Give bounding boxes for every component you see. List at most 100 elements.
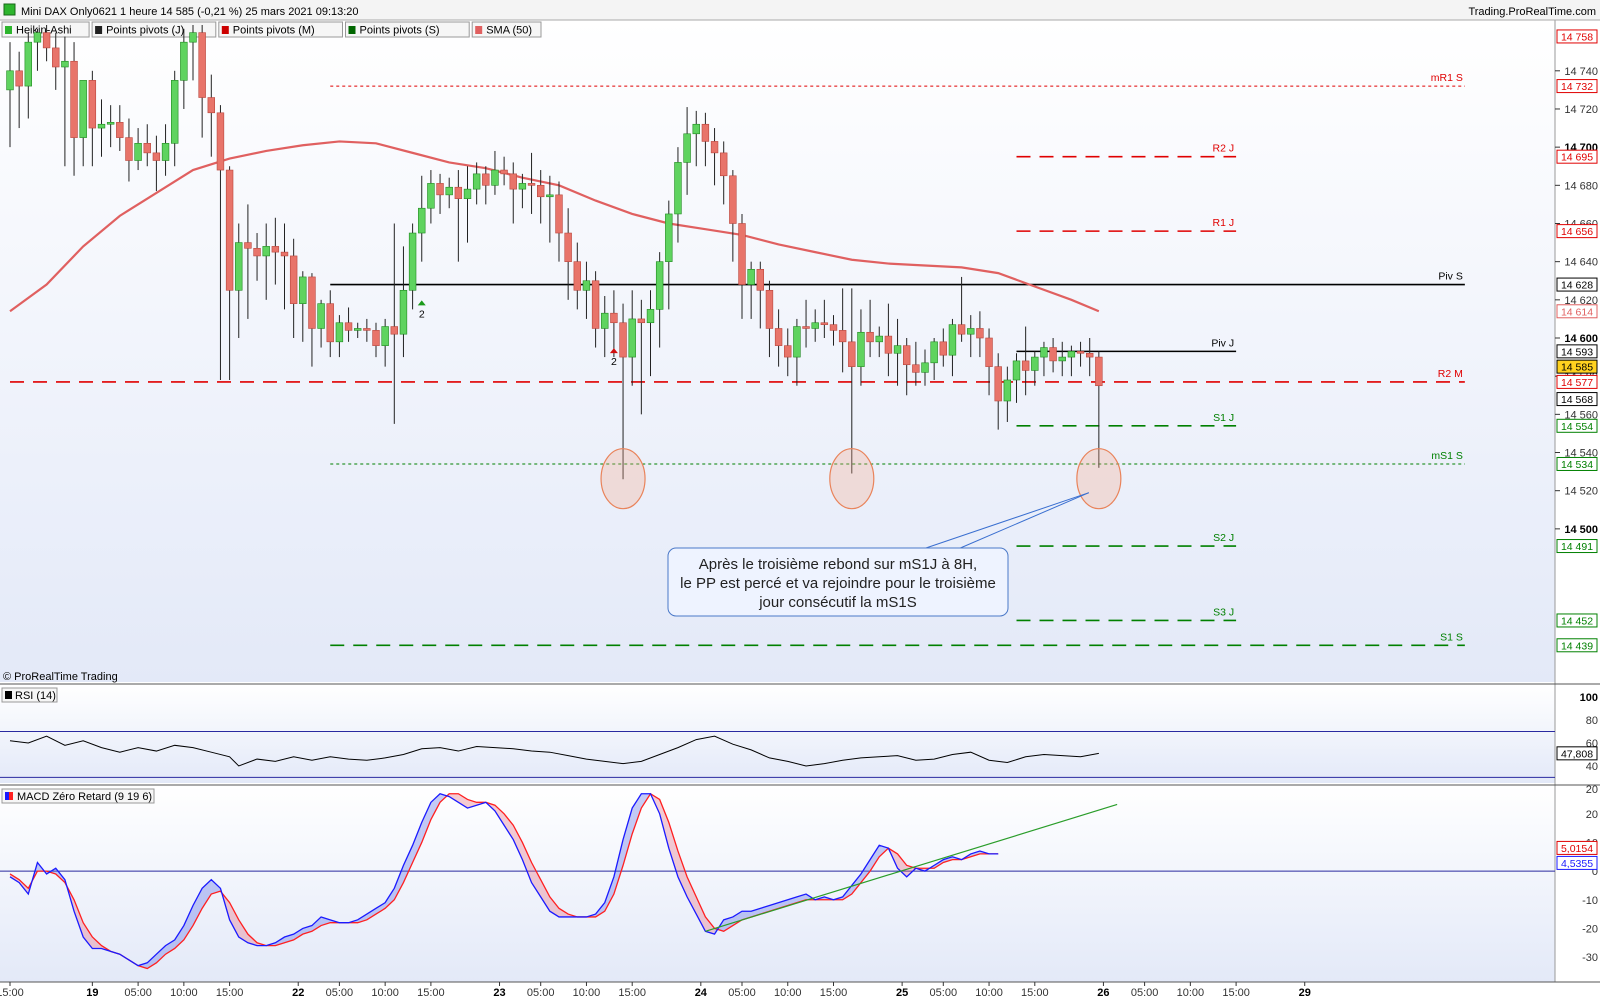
candle-body bbox=[902, 345, 911, 366]
candle-body bbox=[500, 169, 508, 175]
time-tick-label: 05:00 bbox=[124, 987, 152, 999]
candle-body bbox=[1095, 356, 1103, 387]
candle-body bbox=[106, 122, 115, 125]
candle-body bbox=[33, 32, 42, 43]
price-chip-label: 14 452 bbox=[1561, 615, 1593, 627]
candle-body bbox=[564, 232, 572, 262]
candle-body bbox=[527, 183, 536, 186]
rsi-tab-label: RSI (14) bbox=[15, 690, 56, 702]
candle-body bbox=[930, 341, 938, 364]
candle-body bbox=[88, 80, 97, 129]
candle-body bbox=[774, 328, 783, 346]
candle-body bbox=[1076, 351, 1085, 354]
signal-label: 2 bbox=[419, 308, 425, 320]
pivot-level-label: Piv J bbox=[1211, 337, 1234, 349]
pivot-level-label: S1 S bbox=[1440, 631, 1463, 643]
candle-body bbox=[692, 123, 700, 135]
candle-body bbox=[719, 152, 728, 177]
indicator-tabs: Heikin-Ashi Points pivots (J) Points pivot… bbox=[1, 21, 542, 38]
candle-body bbox=[1058, 356, 1066, 362]
candle-body bbox=[509, 173, 517, 190]
candle-body bbox=[518, 183, 527, 190]
time-tick-label: 24 bbox=[695, 987, 708, 999]
highlight-circle bbox=[600, 448, 646, 510]
macd-tab-swatch bbox=[9, 792, 13, 800]
candle-body bbox=[235, 242, 243, 291]
signal-label: 2 bbox=[611, 356, 617, 368]
time-tick-label: 15:00 bbox=[618, 987, 646, 999]
candle-body bbox=[967, 328, 975, 335]
candle-body bbox=[116, 122, 124, 138]
candle-body bbox=[646, 309, 655, 324]
candle-body bbox=[180, 41, 188, 81]
candle-body bbox=[152, 152, 161, 161]
price-chip-label: 14 439 bbox=[1561, 640, 1593, 652]
candle-body bbox=[811, 322, 819, 329]
candle-body bbox=[838, 330, 847, 343]
candle-body bbox=[1031, 356, 1039, 371]
price-chip-label: 14 593 bbox=[1561, 346, 1593, 358]
macd-tick-label: -20 bbox=[1582, 923, 1598, 935]
brand-label: Trading.ProRealTime.com bbox=[1468, 6, 1596, 18]
rsi-tick-label: 100 bbox=[1580, 692, 1598, 704]
candle-body bbox=[866, 331, 874, 343]
candle-body bbox=[97, 123, 106, 129]
macd-tab-label: MACD Zéro Retard (9 19 6) bbox=[17, 791, 152, 803]
candle-body bbox=[289, 255, 298, 304]
pivot-level-label: R2 M bbox=[1438, 368, 1463, 380]
candle-body bbox=[884, 335, 893, 354]
candle-body bbox=[893, 345, 902, 354]
time-tick-label: 15:00 bbox=[417, 987, 445, 999]
price-chip-label: 14 732 bbox=[1561, 81, 1593, 93]
time-tick-label: 10:00 bbox=[774, 987, 802, 999]
indicator-tab-swatch bbox=[475, 26, 483, 34]
candle-body bbox=[939, 341, 948, 356]
candle-body bbox=[793, 326, 801, 358]
time-tick-label: 10:00 bbox=[371, 987, 399, 999]
candle-body bbox=[857, 331, 865, 367]
time-axis[interactable]: 15:00 19 05:00 10:00 15:00 22 05:00 10:00 15:00 2… bbox=[0, 982, 1311, 999]
price-tick-label: 14 640 bbox=[1564, 257, 1598, 269]
time-tick-label: 10:00 bbox=[170, 987, 198, 999]
price-chip-label: 14 695 bbox=[1561, 152, 1593, 164]
candle-body bbox=[829, 324, 838, 331]
candle-body bbox=[445, 186, 453, 196]
candle-body bbox=[591, 280, 600, 329]
candle-body bbox=[317, 303, 325, 329]
candle-body bbox=[198, 32, 206, 98]
time-tick-label: 22 bbox=[292, 987, 304, 999]
candle-body bbox=[536, 185, 545, 198]
candle-body bbox=[848, 341, 856, 367]
candle-body bbox=[15, 70, 23, 87]
time-tick-label: 05:00 bbox=[527, 987, 555, 999]
rsi-tab-swatch bbox=[5, 691, 12, 699]
candle-body bbox=[957, 324, 966, 335]
candle-body bbox=[619, 322, 627, 358]
candle-body bbox=[372, 330, 380, 346]
chart-title: Mini DAX Only0621 1 heure 14 585 (-0,21 … bbox=[21, 6, 359, 18]
macd-tab-swatch bbox=[5, 792, 9, 800]
candle-body bbox=[1040, 347, 1048, 358]
candle-body bbox=[573, 261, 582, 291]
time-tick-label: 10:00 bbox=[975, 987, 1003, 999]
candle-body bbox=[6, 70, 14, 91]
indicator-tab-swatch bbox=[95, 26, 103, 34]
time-tick-label: 26 bbox=[1097, 987, 1109, 999]
candle-body bbox=[463, 188, 472, 199]
indicator-tab-label: Points pivots (M) bbox=[233, 25, 315, 37]
candle-body bbox=[1049, 347, 1057, 362]
candle-body bbox=[756, 268, 765, 291]
candle-body bbox=[271, 246, 280, 253]
candle-body bbox=[427, 183, 435, 209]
candle-body bbox=[491, 169, 499, 186]
macd-panel-bg bbox=[0, 786, 1555, 982]
candle-body bbox=[921, 362, 929, 373]
annotation-line: Après le troisième rebond sur mS1J à 8H, bbox=[699, 556, 977, 573]
candle-body bbox=[390, 326, 398, 335]
candle-body bbox=[683, 133, 691, 163]
price-chip-label: 14 656 bbox=[1561, 226, 1593, 238]
candle-body bbox=[363, 328, 371, 331]
candle-body bbox=[262, 246, 270, 257]
price-chip-label: 14 554 bbox=[1561, 421, 1593, 433]
rsi-panel-bg bbox=[0, 685, 1555, 783]
